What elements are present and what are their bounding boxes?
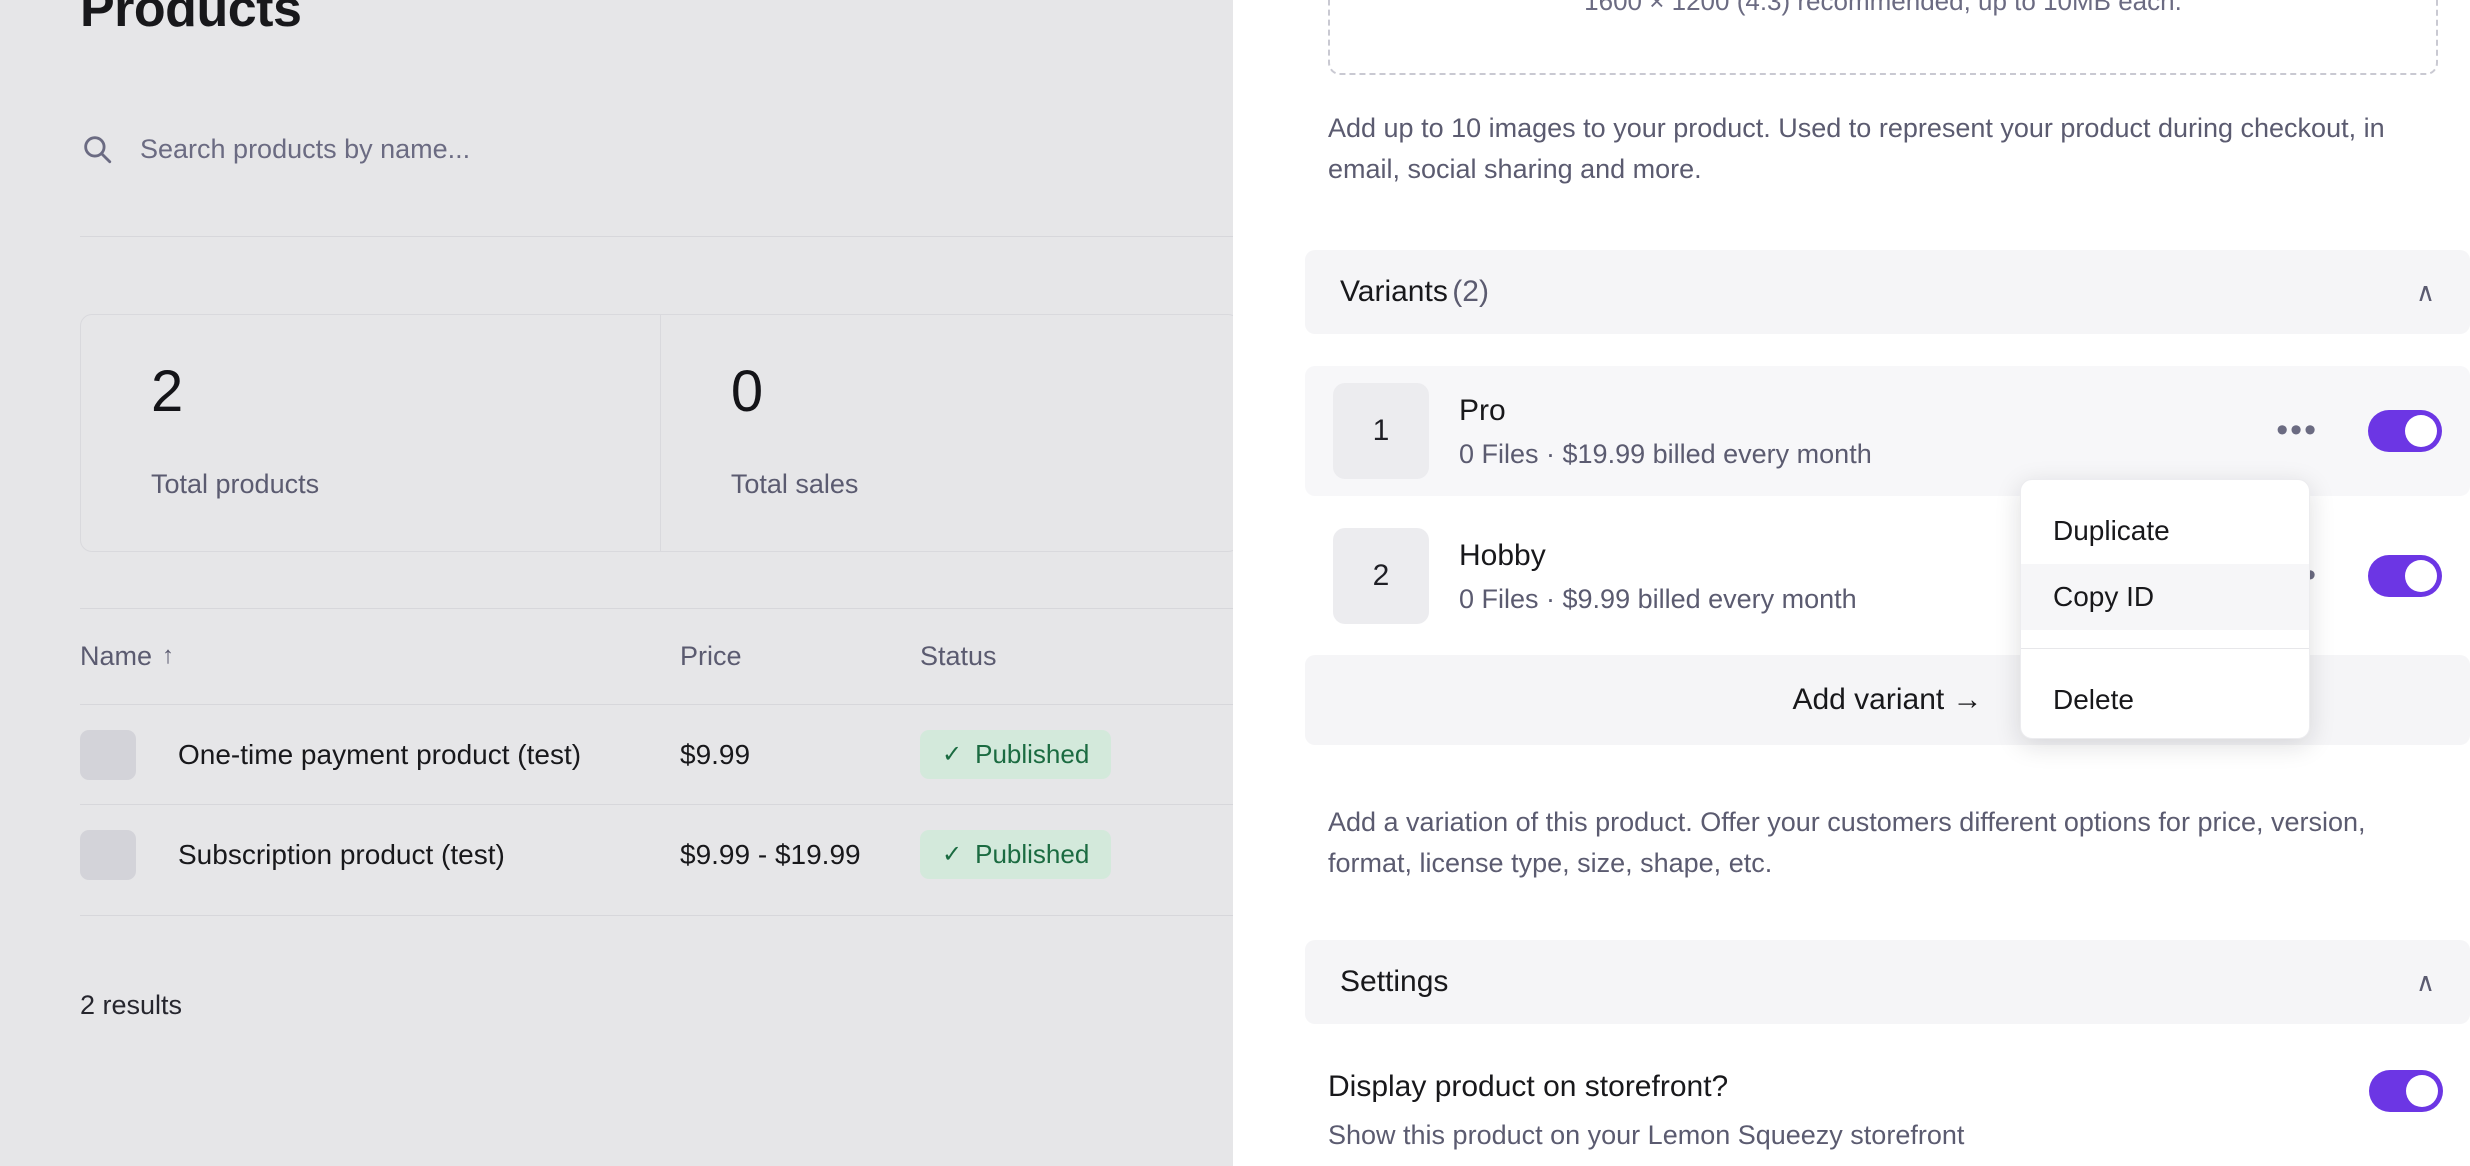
menu-item-delete[interactable]: Delete bbox=[2021, 667, 2309, 733]
check-icon: ✓ bbox=[942, 743, 962, 767]
table-header-row: Name ↑ Price Status bbox=[80, 608, 1233, 704]
status-badge: ✓ Published bbox=[920, 830, 1111, 879]
variants-title: Variants bbox=[1340, 275, 1448, 308]
setting-display-on-storefront: Display product on storefront? Show this… bbox=[1328, 1070, 2443, 1151]
variant-name: Pro bbox=[1459, 392, 2276, 430]
search-input[interactable] bbox=[140, 134, 1040, 165]
search-bar[interactable] bbox=[80, 132, 1150, 166]
setting-text-wrap: Display product on storefront? Show this… bbox=[1328, 1070, 1964, 1151]
chevron-up-icon[interactable]: ∧ bbox=[2416, 969, 2435, 995]
menu-item-copy-id[interactable]: Copy ID bbox=[2021, 564, 2309, 630]
search-icon bbox=[80, 132, 114, 166]
page-title: Products bbox=[80, 0, 301, 40]
column-header-price[interactable]: Price bbox=[680, 641, 920, 672]
product-name: One-time payment product (test) bbox=[178, 739, 581, 771]
column-header-name[interactable]: Name ↑ bbox=[80, 641, 680, 672]
divider-top bbox=[80, 236, 1233, 237]
table-row[interactable]: Subscription product (test) $9.99 - $19.… bbox=[80, 804, 1233, 904]
variants-description: Add a variation of this product. Offer y… bbox=[1328, 802, 2438, 884]
table-row[interactable]: One-time payment product (test) $9.99 ✓ … bbox=[80, 704, 1233, 804]
variant-context-menu[interactable]: Duplicate Copy ID Delete bbox=[2020, 479, 2310, 739]
stat-total-sales: 0 Total sales bbox=[660, 315, 1233, 551]
status-badge-label: Published bbox=[975, 739, 1089, 770]
product-thumbnail bbox=[80, 830, 136, 880]
variant-index-badge: 1 bbox=[1333, 383, 1429, 479]
stat-value: 2 bbox=[151, 363, 660, 421]
setting-sublabel: Show this product on your Lemon Squeezy … bbox=[1328, 1120, 1964, 1151]
variant-row[interactable]: 1 Pro 0 Files · $19.99 billed every mont… bbox=[1305, 366, 2470, 496]
stat-label: Total products bbox=[151, 469, 660, 500]
sort-ascending-icon: ↑ bbox=[162, 642, 174, 670]
cell-status: ✓ Published bbox=[920, 730, 1233, 779]
variant-index-badge: 2 bbox=[1333, 528, 1429, 624]
stat-value: 0 bbox=[731, 363, 1233, 421]
cell-price: $9.99 - $19.99 bbox=[680, 839, 920, 871]
settings-title: Settings bbox=[1340, 965, 1448, 999]
variants-section-header[interactable]: Variants (2) ∧ bbox=[1305, 250, 2470, 334]
stats-card: 2 Total products 0 Total sales bbox=[80, 314, 1233, 552]
results-count: 2 results bbox=[80, 990, 182, 1021]
display-storefront-toggle[interactable] bbox=[2369, 1070, 2443, 1112]
cell-status: ✓ Published bbox=[920, 830, 1233, 879]
stat-total-products: 2 Total products bbox=[81, 315, 660, 551]
variants-title-wrap: Variants (2) bbox=[1340, 275, 1489, 309]
variant-enabled-toggle[interactable] bbox=[2368, 555, 2442, 597]
menu-separator bbox=[2021, 648, 2309, 649]
column-header-name-label: Name bbox=[80, 641, 152, 672]
status-badge-label: Published bbox=[975, 839, 1089, 870]
products-list-panel: Products 2 Total products 0 Total sales bbox=[0, 0, 1233, 1166]
variant-more-options-icon[interactable]: ••• bbox=[2276, 424, 2318, 438]
upload-description: Add up to 10 images to your product. Use… bbox=[1328, 108, 2418, 190]
variant-detail: 0 Files · $19.99 billed every month bbox=[1459, 439, 2276, 470]
cell-name: One-time payment product (test) bbox=[80, 730, 680, 780]
cell-name: Subscription product (test) bbox=[80, 830, 680, 880]
variant-enabled-toggle[interactable] bbox=[2368, 410, 2442, 452]
cell-price: $9.99 bbox=[680, 739, 920, 771]
stat-label: Total sales bbox=[731, 469, 1233, 500]
dropzone-hint: 1600 × 1200 (4:3) recommended, up to 10M… bbox=[1584, 0, 2182, 17]
app-root: Products 2 Total products 0 Total sales bbox=[0, 0, 2470, 1166]
product-name: Subscription product (test) bbox=[178, 839, 505, 871]
image-dropzone[interactable]: 1600 × 1200 (4:3) recommended, up to 10M… bbox=[1328, 0, 2438, 75]
product-thumbnail bbox=[80, 730, 136, 780]
check-icon: ✓ bbox=[942, 843, 962, 867]
divider-table-bottom bbox=[80, 915, 1233, 916]
menu-item-duplicate[interactable]: Duplicate bbox=[2021, 498, 2309, 564]
setting-label: Display product on storefront? bbox=[1328, 1070, 1964, 1104]
products-table: Name ↑ Price Status One-time payment pro… bbox=[80, 608, 1233, 904]
chevron-up-icon[interactable]: ∧ bbox=[2416, 279, 2435, 305]
variants-count: (2) bbox=[1452, 275, 1489, 308]
variant-info: Pro 0 Files · $19.99 billed every month bbox=[1459, 392, 2276, 471]
settings-section-header[interactable]: Settings ∧ bbox=[1305, 940, 2470, 1024]
status-badge: ✓ Published bbox=[920, 730, 1111, 779]
column-header-status[interactable]: Status bbox=[920, 641, 1233, 672]
